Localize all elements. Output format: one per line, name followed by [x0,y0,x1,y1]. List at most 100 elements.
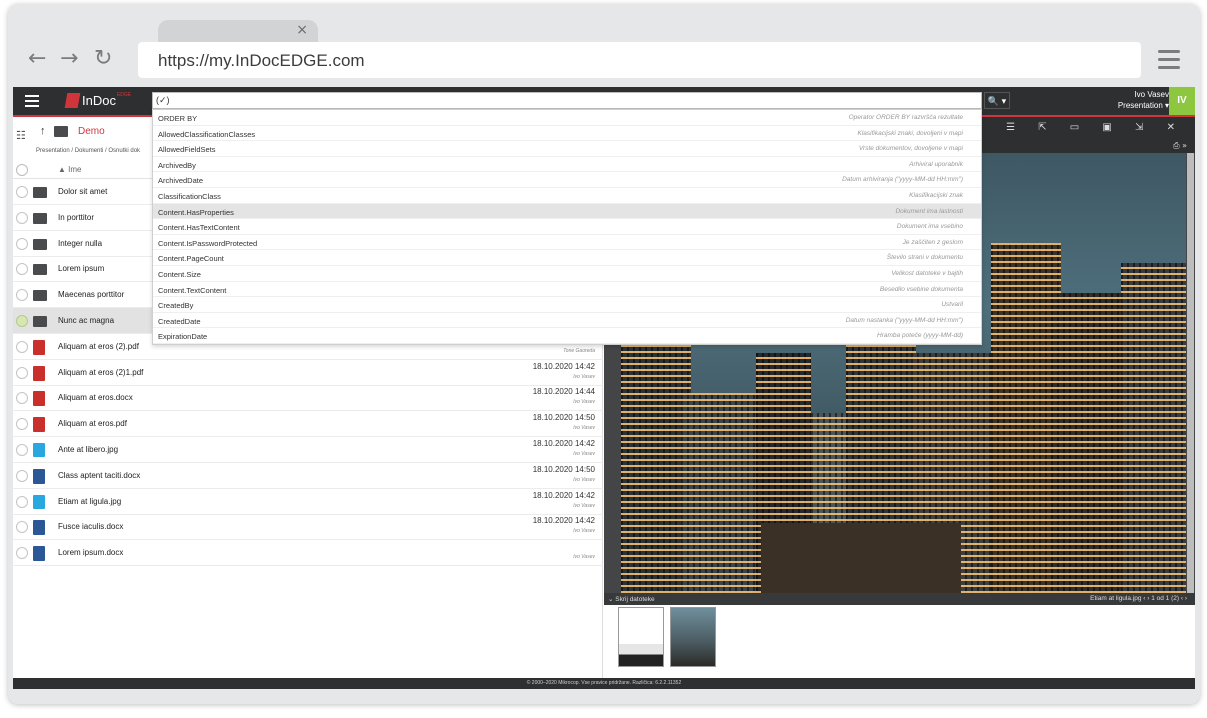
user-profile[interactable]: Presentation ▾ [1118,100,1169,111]
suggestion-item[interactable]: ClassificationClass Klasifikacijski znak [153,188,981,204]
row-author: Ivo Vasev [573,554,595,561]
row-checkbox[interactable] [16,418,28,431]
row-checkbox[interactable] [16,521,28,534]
row-checkbox[interactable] [16,366,28,379]
row-name[interactable]: Aliquam at eros (2).pdf [58,342,139,351]
suggestion-item[interactable]: ExpirationDate Hramba poteče (yyyy-MM-dd) [153,328,981,344]
folder-title: Demo [78,126,105,137]
suggestion-key: AllowedClassificationClasses [158,129,256,139]
suggestion-item[interactable]: ArchivedBy Arhiviral uporabnik [153,157,981,173]
breadcrumb[interactable]: Presentation / Dokumenti / Osnutki dok [36,148,140,154]
suggestion-item[interactable]: AllowedClassificationClasses Klasifikacij… [153,126,981,142]
row-name[interactable]: Lorem ipsum.docx [58,548,123,557]
user-menu[interactable]: Ivo Vasev Presentation ▾ [1118,89,1169,111]
suggestion-desc: Število strani v dokumentu [886,254,963,262]
suggestion-item[interactable]: ArchivedDate Datum arhiviranja ("yyyy-MM-… [153,172,981,188]
thumbnail-2[interactable] [670,607,716,667]
row-name[interactable]: In porttitor [58,213,94,222]
hide-files-toggle[interactable]: ⌄ Skrij datoteke [608,595,655,603]
reload-icon[interactable]: ↻ [94,48,112,70]
suggestion-item[interactable]: Content.TextContent Besedilo vsebine doku… [153,282,981,298]
table-row[interactable]: Aliquam at eros.docx 18.10.2020 14:44 Ivo … [13,385,603,412]
row-checkbox[interactable] [16,289,28,302]
row-name[interactable]: Integer nulla [58,239,102,248]
table-row[interactable]: Fusce iaculis.docx 18.10.2020 14:42 Ivo Va… [13,514,603,541]
row-checkbox[interactable] [16,237,28,250]
suggestion-desc: Dokument ima vsebino [896,223,963,231]
suggestion-item[interactable]: CreatedDate Datum nastanka ("yyyy-MM-dd H… [153,313,981,329]
row-name[interactable]: Aliquam at eros.pdf [58,419,127,428]
suggestion-key: ExpirationDate [158,332,208,342]
pdf-file-icon [33,339,45,355]
select-all-checkbox[interactable] [16,164,28,176]
row-checkbox[interactable] [16,495,28,508]
suggestion-item[interactable]: CreatedBy Ustvaril [153,297,981,313]
file-pager[interactable]: Etiam at ligula.jpg ‹ › 1 od 1 (2) ‹ › [1090,595,1187,602]
app-logo[interactable]: InDoc EDGE [64,92,131,108]
row-checkbox[interactable] [16,392,28,405]
pager-controls[interactable]: ‹ › 1 od 1 (2) ‹ › [1143,595,1187,602]
table-row[interactable]: Aliquam at eros.pdf 18.10.2020 14:50 Ivo V… [13,411,603,438]
row-checkbox[interactable] [16,263,28,276]
logo-text: InDoc [82,93,116,108]
row-name[interactable]: Dolor sit amet [58,187,107,196]
doc-file-icon [33,546,45,562]
row-checkbox[interactable] [16,315,28,327]
suggestion-item[interactable]: ORDER BY Operator ORDER BY razvršča rezul… [153,110,981,126]
suggestion-key: CreatedDate [158,316,201,326]
row-name[interactable]: Aliquam at eros.docx [58,393,133,402]
print-icon[interactable]: ⎙ » [1173,141,1187,151]
suggestion-desc: Operator ORDER BY razvršča rezultate [848,114,963,121]
address-bar[interactable]: https://my.InDocEDGE.com [138,42,1141,78]
row-date: 18.10.2020 14:42 [532,490,595,500]
row-checkbox[interactable] [16,444,28,456]
row-name[interactable]: Ante at libero.jpg [58,445,118,454]
row-date: 18.10.2020 14:42 [532,439,595,448]
up-folder-icon[interactable]: ↑ [40,125,46,137]
preview-scrollbar[interactable] [1187,153,1194,593]
search-filter-toggle[interactable]: (✓) [156,95,170,106]
row-checkbox[interactable] [16,547,28,560]
table-row[interactable]: Etiam at ligula.jpg 18.10.2020 14:42 Ivo V… [13,489,603,515]
row-date: 18.10.2020 14:50 [532,413,595,423]
search-input[interactable]: (✓) [152,92,982,109]
suggestion-key: AllowedFieldSets [158,145,216,155]
table-row[interactable]: Class aptent taciti.docx 18.10.2020 14:50… [13,463,603,489]
tab-close-icon[interactable]: × [296,22,308,38]
row-name[interactable]: Maecenas porttitor [58,290,124,299]
row-name[interactable]: Fusce iaculis.docx [58,522,123,531]
table-row[interactable]: Ante at libero.jpg 18.10.2020 14:42 Ivo Va… [13,437,603,463]
suggestion-item[interactable]: Content.HasProperties Dokument ima lastno… [153,203,981,220]
viewer-toolbar-icons[interactable]: ☰ ⇱ ▭ ▣ ⇲ ✕ [1006,122,1185,133]
row-name[interactable]: Nunc ac magna [58,316,114,325]
row-name[interactable]: Etiam at ligula.jpg [58,497,121,506]
row-name[interactable]: Aliquam at eros (2)1.pdf [58,368,143,377]
forward-icon[interactable]: → [60,48,78,70]
suggestion-item[interactable]: Content.PageCount Število strani v dokume… [153,250,981,266]
browser-menu-icon[interactable] [1158,50,1180,70]
folder-icon [33,264,47,276]
table-row[interactable]: Lorem ipsum.docx Ivo Vasev [13,540,603,567]
row-checkbox[interactable] [16,186,28,198]
row-name[interactable]: Lorem ipsum [58,264,104,273]
app-viewport: InDoc EDGE (✓) 🔍 ▾ Ivo Vasev Presentatio… [13,87,1195,689]
row-name[interactable]: Class aptent taciti.docx [58,471,140,480]
suggestion-item[interactable]: Content.IsPasswordProtected Je zaščiten z… [153,235,981,251]
back-icon[interactable]: ← [28,48,46,70]
thumbnail-1[interactable] [618,607,664,667]
avatar[interactable]: IV [1169,87,1195,115]
suggestion-desc: Hramba poteče (yyyy-MM-dd) [877,332,963,340]
row-checkbox[interactable] [16,340,28,353]
filter-list-icon[interactable]: ☷ [16,129,26,142]
search-button[interactable]: 🔍 ▾ [984,92,1010,109]
suggestion-item[interactable]: Content.HasTextContent Dokument ima vsebi… [153,219,981,235]
row-checkbox[interactable] [16,211,28,224]
table-row[interactable]: Aliquam at eros (2)1.pdf 18.10.2020 14:42… [13,360,603,386]
row-checkbox[interactable] [16,469,28,482]
hamburger-menu-icon[interactable] [25,95,39,110]
url-text[interactable]: https://my.InDocEDGE.com [158,51,365,71]
column-name-header[interactable]: ▲ Ime [58,165,81,174]
suggestion-item[interactable]: Content.Size Velikost datoteke v bajtih [153,266,981,282]
suggestion-item[interactable]: AllowedFieldSets Vrste dokumentov, dovolj… [153,141,981,157]
search-suggestions-dropdown: ORDER BY Operator ORDER BY razvršča rezul… [152,109,982,345]
